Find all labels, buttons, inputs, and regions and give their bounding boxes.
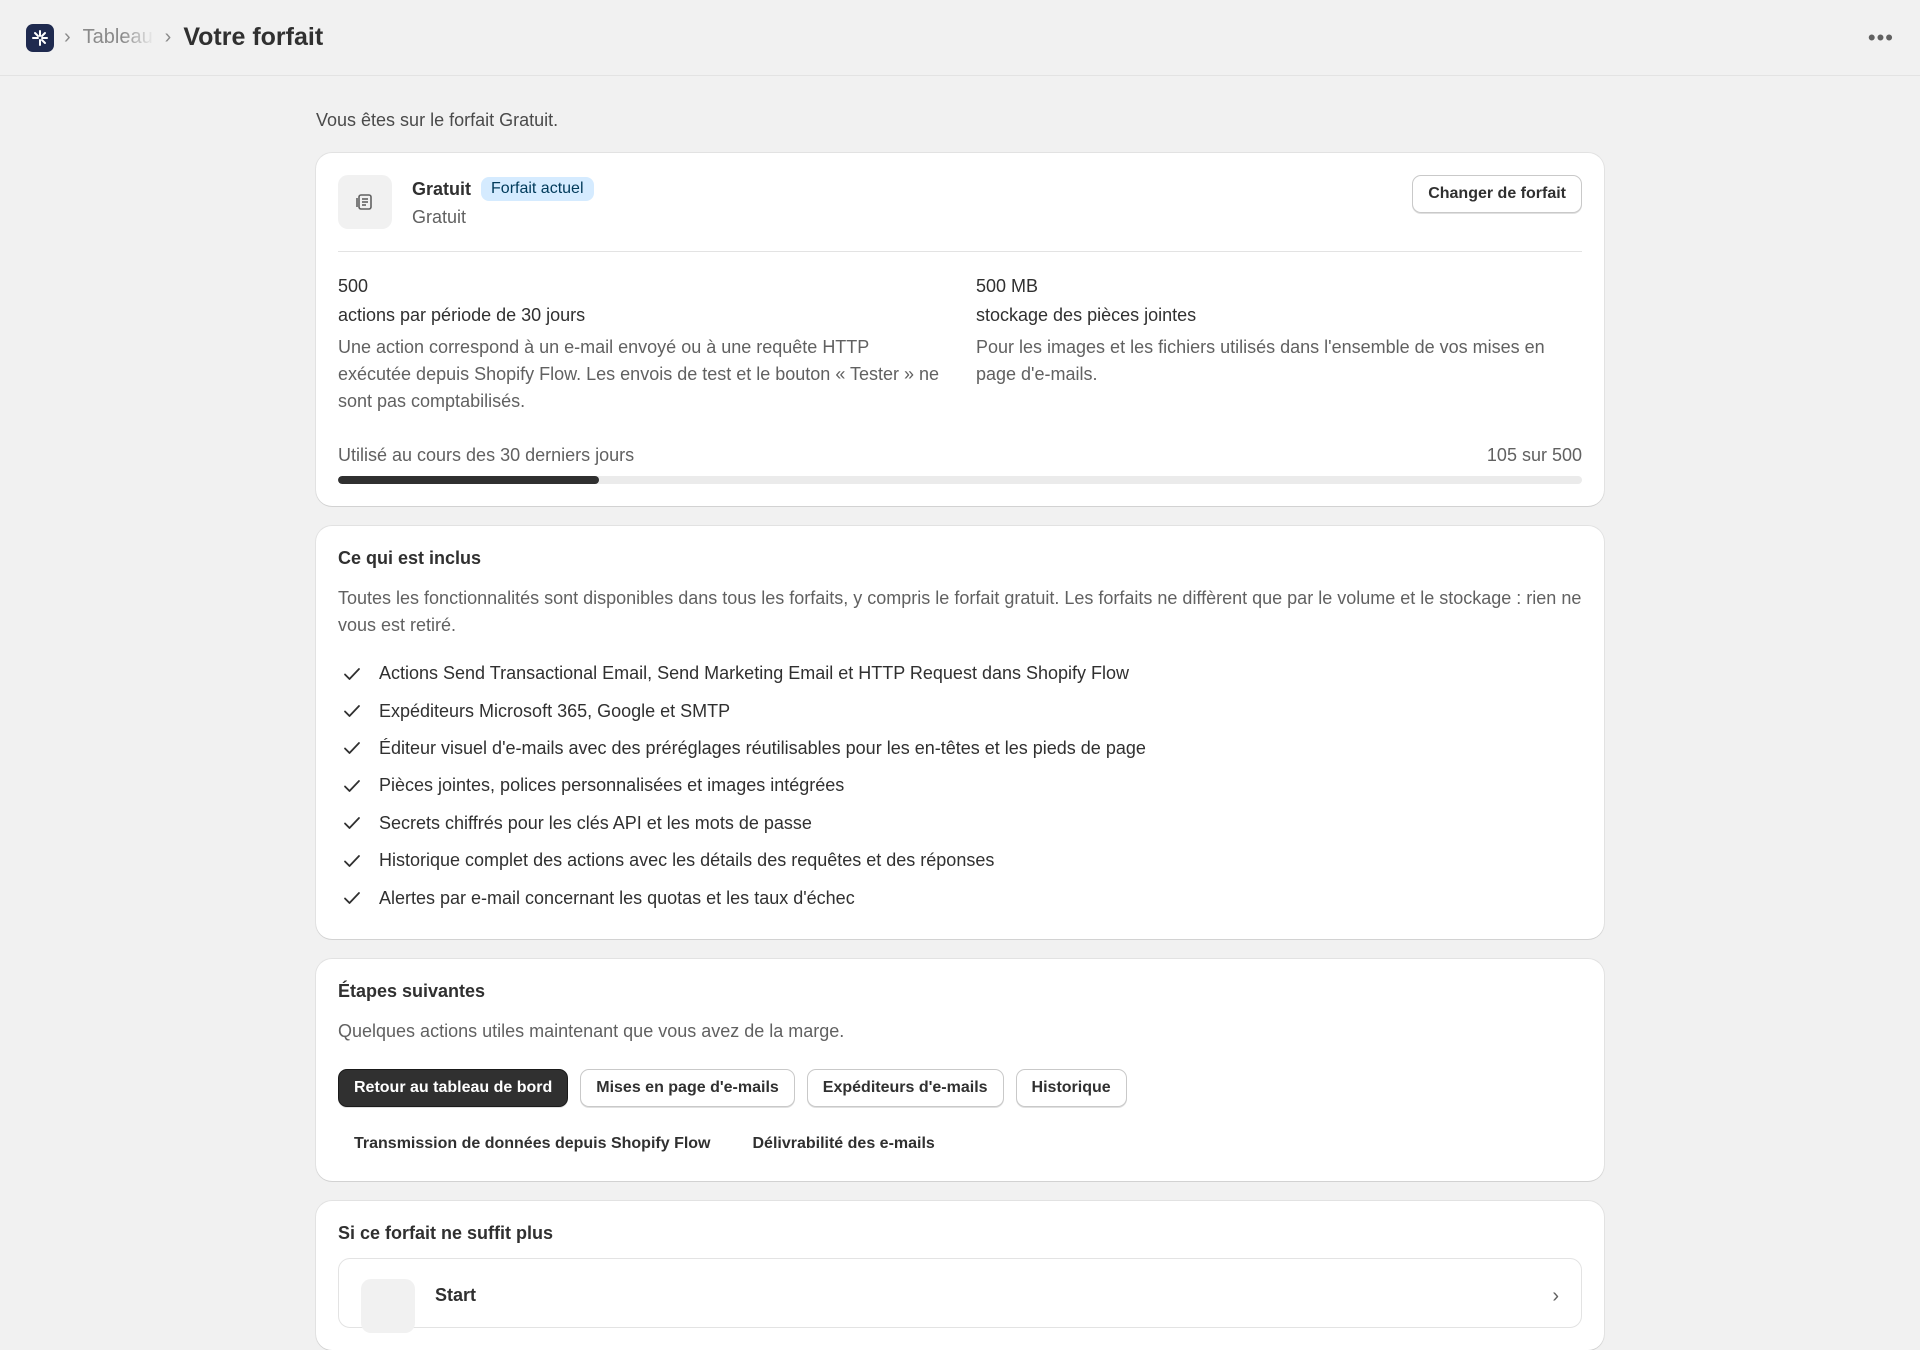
included-description: Toutes les fonctionnalités sont disponib… (338, 588, 1582, 635)
start-plan-option[interactable]: Start › (338, 1257, 1582, 1333)
current-plan-badge: Forfait actuel (481, 177, 594, 201)
storage-quota-label: stockage des pièces jointes (976, 305, 1197, 325)
plan-info: Gratuit Forfait actuel Gratuit (412, 175, 594, 228)
usage-summary: Utilisé au cours des 30 derniers jours 1… (338, 445, 1582, 466)
feature-text: Expéditeurs Microsoft 365, Google et SMT… (379, 700, 731, 721)
checkmark-icon (342, 888, 362, 908)
plan-price: Gratuit (412, 207, 467, 227)
change-plan-button[interactable]: Changer de forfait (1412, 175, 1582, 213)
top-bar: › Tableau de bord › Votre forfait ••• (0, 0, 1920, 76)
main-content: Vous êtes sur le forfait Gratuit. Gratui… (316, 76, 1604, 1350)
upgrade-title: Si ce forfait ne suffit plus (338, 1222, 554, 1243)
storage-quota-value: 500 MB (976, 276, 1039, 296)
list-item: Secrets chiffrés pour les clés API et le… (338, 805, 1582, 842)
list-item: Éditeur visuel d'e-mails avec des prérég… (338, 730, 1582, 767)
usage-progress-fill (338, 476, 600, 484)
plan-name: Gratuit (412, 178, 472, 199)
storage-quota-description: Pour les images et les fichiers utilisés… (976, 337, 1545, 384)
list-item: Historique complet des actions avec les … (338, 842, 1582, 879)
history-button[interactable]: Historique (1015, 1068, 1127, 1107)
checkmark-icon (342, 701, 362, 721)
actions-quota-description: Une action correspond à un e-mail envoyé… (338, 337, 940, 411)
current-plan-intro: Vous êtes sur le forfait Gratuit. (316, 110, 559, 130)
usage-progress-bar (338, 476, 1582, 484)
included-title: Ce qui est inclus (338, 548, 482, 568)
included-card: Ce qui est inclus Toutes les fonctionnal… (316, 526, 1604, 939)
feature-text: Pièces jointes, polices personnalisées e… (379, 775, 845, 796)
plan-header: Gratuit Forfait actuel Gratuit Changer d… (338, 175, 1582, 252)
list-item: Actions Send Transactional Email, Send M… (338, 655, 1582, 692)
breadcrumb-dashboard-link[interactable]: Tableau de bord (83, 26, 155, 49)
plan-card: Gratuit Forfait actuel Gratuit Changer d… (316, 153, 1604, 506)
actions-quota: 500 actions par période de 30 jours Une … (338, 276, 976, 415)
usage-label: Utilisé au cours des 30 derniers jours (338, 445, 635, 465)
next-steps-description: Quelques actions utiles maintenant que v… (338, 1020, 845, 1041)
upgrade-card: Si ce forfait ne suffit plus Start › (316, 1200, 1604, 1350)
checkmark-icon (342, 664, 362, 684)
page-title: Votre forfait (183, 23, 324, 51)
checkmark-icon (342, 738, 362, 758)
deliverability-link[interactable]: Délivrabilité des e-mails (737, 1129, 951, 1159)
email-layouts-button[interactable]: Mises en page d'e-mails (580, 1068, 795, 1107)
flow-data-link[interactable]: Transmission de données depuis Shopify F… (338, 1129, 727, 1159)
checkmark-icon (342, 813, 362, 833)
next-steps-buttons: Retour au tableau de bord Mises en page … (338, 1068, 1582, 1107)
email-senders-button[interactable]: Expéditeurs d'e-mails (806, 1068, 1004, 1107)
feature-text: Historique complet des actions avec les … (379, 850, 995, 871)
feature-text: Éditeur visuel d'e-mails avec des prérég… (379, 737, 1146, 758)
actions-quota-value: 500 (338, 276, 369, 296)
breadcrumb-chevron-icon: › (164, 26, 172, 48)
plan-quotas: 500 actions par période de 30 jours Une … (338, 276, 1582, 415)
checkmark-icon (342, 851, 362, 871)
feature-text: Alertes par e-mail concernant les quotas… (379, 887, 855, 908)
list-item: Pièces jointes, polices personnalisées e… (338, 767, 1582, 804)
actions-quota-label: actions par période de 30 jours (338, 305, 586, 325)
list-item: Alertes par e-mail concernant les quotas… (338, 879, 1582, 916)
storage-quota: 500 MB stockage des pièces jointes Pour … (976, 276, 1582, 415)
app-logo-icon[interactable] (26, 23, 54, 52)
start-plan-name: Start (435, 1284, 477, 1305)
feature-text: Actions Send Transactional Email, Send M… (379, 663, 1130, 684)
plan-icon (361, 1278, 415, 1333)
breadcrumb-chevron-icon: › (64, 26, 71, 48)
more-actions-icon[interactable]: ••• (1868, 25, 1894, 51)
plan-document-icon (338, 175, 392, 229)
next-steps-links: Transmission de données depuis Shopify F… (338, 1129, 1582, 1159)
next-steps-card: Étapes suivantes Quelques actions utiles… (316, 958, 1604, 1181)
back-to-dashboard-button[interactable]: Retour au tableau de bord (338, 1068, 569, 1107)
next-steps-title: Étapes suivantes (338, 980, 486, 1001)
list-item: Expéditeurs Microsoft 365, Google et SMT… (338, 692, 1582, 729)
usage-value: 105 sur 500 (1486, 445, 1582, 465)
feature-text: Secrets chiffrés pour les clés API et le… (379, 812, 812, 833)
checkmark-icon (342, 776, 362, 796)
chevron-right-icon: › (1552, 1284, 1559, 1307)
feature-list: Actions Send Transactional Email, Send M… (338, 655, 1582, 917)
